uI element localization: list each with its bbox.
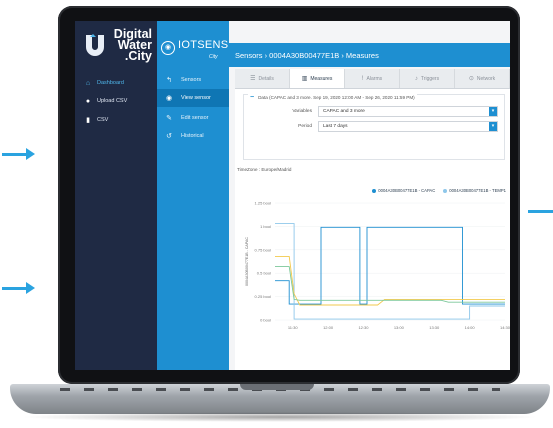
tab-label: Triggers [420, 75, 440, 82]
sidebar-item-label: Edit sensor [181, 115, 209, 121]
pin-icon: ⊙ [468, 76, 474, 82]
document-icon: ▮ [86, 117, 90, 124]
y-tick-label: 1.25 bool [255, 201, 272, 206]
logo-text: Digital Water .City [106, 28, 152, 63]
filter-summary-text: Data (CAPAC and 3 more. Sep 19, 2020 12:… [258, 95, 415, 100]
legend-label: 0004A30B00477E1B - CAPAC [378, 188, 436, 193]
page-header: Sensors › 0004A30B00477E1B › Measures [229, 43, 510, 67]
period-select[interactable]: Last 7 days ▾ [318, 121, 498, 132]
pencil-icon: ✎ [166, 115, 172, 122]
variables-select[interactable]: CAPAC and 3 more ▾ [318, 106, 498, 117]
back-arrow-icon: ↰ [166, 77, 172, 84]
iotsens-logo[interactable]: ◉ IOTSENS City [161, 37, 229, 65]
nav-item-label: CSV [97, 117, 109, 123]
bell-icon: ♪ [414, 75, 418, 82]
x-tick-label: 11:30 [288, 325, 298, 330]
period-row: Period Last 7 days ▾ [244, 121, 506, 133]
breadcrumb: Sensors › 0004A30B00477E1B › Measures [235, 50, 379, 60]
sidebar-item-sensors[interactable]: ↰ Sensors [157, 71, 229, 89]
series-line-0 [275, 226, 505, 305]
period-value: Last 7 days [323, 124, 348, 129]
dropdown-arrow-icon: ▾ [489, 107, 497, 116]
tab-network[interactable]: ⊙ Network [455, 69, 510, 88]
x-tick-label: 14:00 [465, 325, 476, 330]
y-axis-label: 0004A30B00477E1B - CAPAC [245, 237, 249, 286]
legend-dot [443, 188, 448, 193]
legend-item-capac[interactable]: 0004A30B00477E1B - CAPAC [372, 188, 435, 193]
nav-item-upload-csv[interactable]: ● Upload CSV [75, 93, 157, 109]
variables-label: Variables [292, 109, 312, 114]
legend-item-temp1[interactable]: 0004A30B00477E1B - TEMP1 [443, 188, 506, 193]
collapse-icon[interactable]: − [250, 94, 254, 101]
timezone-label: TimeZone : Europe/Madrid [237, 167, 292, 172]
measures-chart: 0 bool 0.25 bool 0.5 bool 0.75 bool 1 bool 1.… [245, 201, 510, 331]
y-tick-label: 0.75 bool [255, 247, 272, 252]
tab-details[interactable]: ☰ Details [235, 69, 290, 88]
exclamation-icon: ! [361, 75, 364, 82]
tab-triggers[interactable]: ♪ Triggers [400, 69, 455, 88]
nav-item-dashboard[interactable]: ⌂ Dashboard [75, 75, 157, 91]
tab-label: Measures [310, 75, 333, 82]
sidebar-item-label: View sensor [181, 95, 211, 101]
y-tick-label: 0.25 bool [255, 294, 272, 299]
main-nav: Digital Water .City ⌂ Dashboard ● Upload… [75, 21, 157, 370]
nav-item-csv[interactable]: ▮ CSV [75, 112, 157, 128]
y-tick-label: 0.5 bool [257, 271, 271, 276]
tab-label: Network [476, 75, 496, 82]
laptop-shadow [20, 412, 540, 422]
variables-row: Variables CAPAC and 3 more ▾ [244, 106, 506, 118]
brand-sub: City [209, 54, 218, 60]
period-label: Period [298, 124, 312, 129]
sidebar-item-edit-sensor[interactable]: ✎ Edit sensor [157, 109, 229, 127]
dropdown-arrow-icon: ▾ [489, 122, 497, 131]
left-lower-arrow [2, 282, 35, 294]
y-tick-label: 0 bool [260, 318, 271, 323]
sidebar-item-label: Sensors [181, 77, 202, 83]
tab-label: Alarms [366, 75, 383, 82]
laptop-notch [240, 384, 314, 390]
variables-value: CAPAC and 3 more [323, 109, 365, 114]
sidebar-item-view-sensor[interactable]: ◉ View sensor [157, 89, 229, 107]
tab-label: Details [258, 75, 274, 82]
filter-box: − Data (CAPAC and 3 more. Sep 19, 2020 1… [243, 94, 505, 160]
iotsens-logo-icon: ◉ [161, 41, 175, 55]
nav-item-label: Upload CSV [97, 98, 128, 104]
x-tick-label: 12:00 [323, 325, 334, 330]
home-icon: ⌂ [85, 79, 91, 87]
x-tick-label: 13:30 [429, 325, 440, 330]
left-upper-arrow [2, 148, 35, 160]
eye-icon: ◉ [165, 95, 173, 102]
list-icon: ☰ [250, 76, 256, 82]
user-icon: ● [85, 97, 91, 105]
legend-label: 0004A30B00477E1B - TEMP1 [449, 188, 506, 193]
sensor-sidebar: ◉ IOTSENS City ↰ Sensors ◉ View sensor ✎… [157, 21, 229, 370]
sidebar-item-historical[interactable]: ↺ Historical [157, 127, 229, 145]
legend-dot [372, 188, 377, 193]
tab-bar: ☰ Details ▥ Measures ! Alarms ♪ Triggers… [235, 69, 510, 89]
water-drop-logo-icon [86, 34, 104, 56]
x-tick-label: 14:30 [500, 325, 510, 330]
x-tick-label: 12:30 [358, 325, 369, 330]
chart-legend: 0004A30B00477E1B - CAPAC 0004A30B00477E1… [372, 188, 506, 193]
digital-water-city-logo[interactable]: Digital Water .City [82, 27, 154, 71]
tab-measures[interactable]: ▥ Measures [290, 69, 345, 88]
series-line-2 [275, 255, 505, 306]
right-arrow-line [528, 210, 553, 213]
tab-alarms[interactable]: ! Alarms [345, 69, 400, 88]
filter-summary[interactable]: − Data (CAPAC and 3 more. Sep 19, 2020 1… [248, 94, 417, 101]
y-tick-label: 1 bool [260, 224, 271, 229]
measures-panel: − Data (CAPAC and 3 more. Sep 19, 2020 1… [235, 89, 510, 370]
sidebar-item-label: Historical [181, 133, 204, 139]
brand-name: IOTSENS [178, 39, 229, 51]
series-line-3 [275, 266, 505, 303]
page: Digital Water .City ⌂ Dashboard ● Upload… [0, 0, 553, 428]
x-tick-label: 13:00 [394, 325, 405, 330]
history-icon: ↺ [166, 133, 172, 140]
laptop-screen: Digital Water .City ⌂ Dashboard ● Upload… [75, 21, 510, 370]
nav-item-label: Dashboard [97, 80, 124, 86]
logo-line3: .City [124, 49, 152, 63]
bar-chart-icon: ▥ [301, 76, 308, 82]
